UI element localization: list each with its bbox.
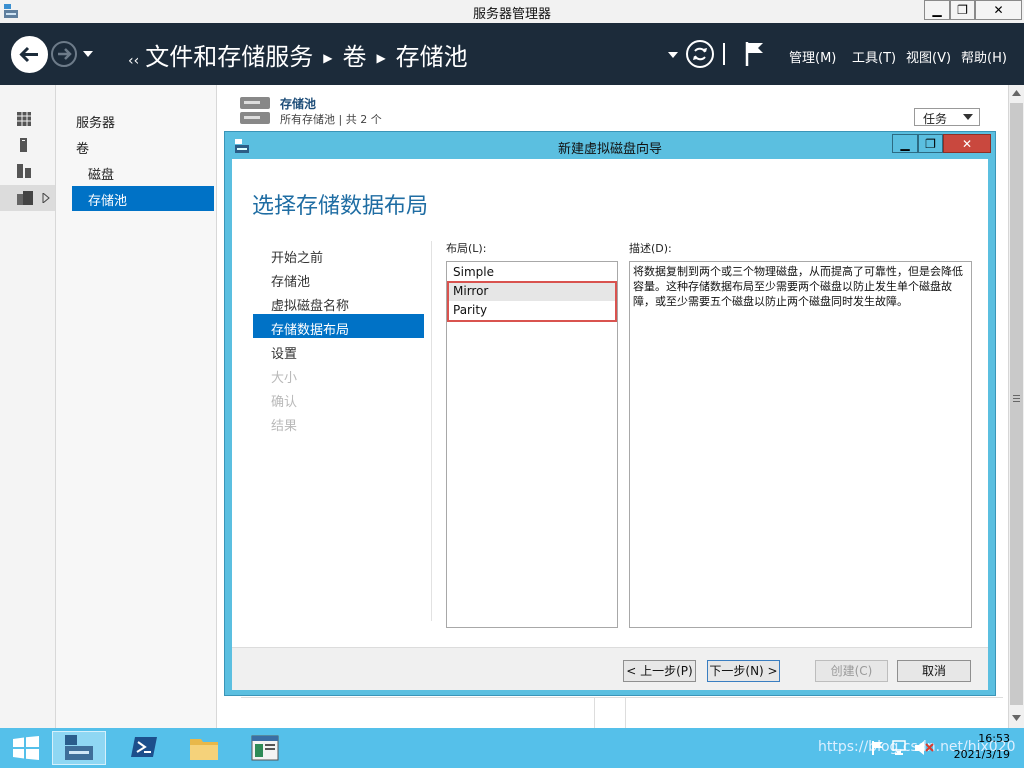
breadcrumb-dropdown-icon[interactable] [668, 52, 678, 58]
forward-button[interactable] [51, 41, 77, 67]
breadcrumb-item-file-storage[interactable]: 文件和存储服务 [145, 43, 313, 71]
file-storage-icon [17, 191, 33, 205]
wizard-heading: 选择存储数据布局 [252, 194, 429, 219]
tasks-dropdown[interactable]: 任务 [914, 108, 980, 126]
dialog-footer: < 上一步(P) 下一步(N) > 创建(C) 取消 [232, 647, 988, 690]
history-dropdown-icon[interactable] [82, 50, 94, 58]
volume-muted-icon[interactable] [914, 740, 934, 756]
clock-time: 16:53 [978, 732, 1010, 745]
breadcrumb-back-chevron-icon[interactable]: ‹‹ [128, 53, 139, 69]
breadcrumb-item-storage-pools[interactable]: 存储池 [396, 43, 468, 71]
vertical-scrollbar[interactable] [1008, 85, 1024, 728]
menu-manage[interactable]: 管理(M) [789, 47, 836, 66]
minimize-button[interactable]: ▁ [924, 0, 950, 20]
arrow-left-icon [19, 46, 38, 63]
tasks-dropdown-label: 任务 [923, 112, 948, 126]
server-manager-icon [65, 735, 93, 760]
maximize-button[interactable]: ❐ [950, 0, 975, 20]
nav-divider [723, 43, 725, 65]
sidebar-item-storage-pools-label: 存储池 [88, 194, 128, 209]
menu-view[interactable]: 视图(V) [906, 47, 951, 66]
menu-help[interactable]: 帮助(H) [961, 47, 1007, 66]
arrow-right-icon [58, 48, 72, 60]
breadcrumb-item-volumes[interactable]: 卷 [342, 43, 366, 71]
sidebar-item-servers[interactable]: 服务器 [76, 112, 115, 131]
create-button[interactable]: 创建(C) [815, 660, 888, 682]
dialog-title-bar: 新建虚拟磁盘向导 ▁ ❐ ✕ [225, 132, 995, 158]
network-icon[interactable] [892, 740, 910, 756]
step-storage-layout[interactable]: 存储数据布局 [253, 314, 424, 338]
step-results: 结果 [271, 419, 298, 434]
step-storage-pool[interactable]: 存储池 [271, 271, 310, 290]
step-storage-layout-label: 存储数据布局 [271, 323, 350, 338]
dialog-title: 新建虚拟磁盘向导 [557, 142, 662, 157]
cancel-button[interactable]: 取消 [897, 660, 971, 682]
previous-button[interactable]: < 上一步(P) [623, 660, 696, 682]
dialog-close-button[interactable]: ✕ [943, 134, 991, 153]
sidebar-item-storage-pools[interactable]: 存储池 [72, 186, 214, 211]
dialog-minimize-button[interactable]: ▁ [892, 134, 918, 153]
scroll-down-arrow-icon[interactable] [1012, 715, 1021, 721]
new-virtual-disk-wizard: 新建虚拟磁盘向导 ▁ ❐ ✕ 选择存储数据布局 开始之前 存储池 虚拟磁盘名称 … [224, 131, 996, 696]
dialog-body: 选择存储数据布局 开始之前 存储池 虚拟磁盘名称 存储数据布局 设置 大小 确认… [232, 159, 988, 647]
taskbar-event-viewer[interactable] [238, 731, 292, 765]
layout-option-simple[interactable]: Simple [448, 263, 617, 282]
content-lower-panel [241, 697, 1003, 729]
step-size: 大小 [271, 371, 298, 386]
taskbar-file-explorer[interactable] [178, 731, 232, 765]
step-virtual-disk-name[interactable]: 虚拟磁盘名称 [271, 295, 349, 314]
storage-pool-icon [240, 97, 270, 124]
menu-tools[interactable]: 工具(T) [852, 47, 896, 66]
all-servers-icon[interactable] [16, 163, 32, 179]
breadcrumb-separator-icon: ▶ [323, 51, 333, 65]
step-settings[interactable]: 设置 [271, 343, 297, 362]
event-viewer-icon [251, 735, 279, 761]
chevron-down-icon [963, 114, 973, 120]
page-title: 存储池 [280, 97, 317, 111]
rail-item-file-storage[interactable] [0, 185, 55, 211]
highlight-annotation-box [447, 281, 617, 322]
description-text: 将数据复制到两个或三个物理磁盘，从而提高了可靠性，但是会降低容量。这种存储数据布… [633, 265, 963, 308]
refresh-icon [693, 47, 707, 61]
windows-start-icon[interactable] [13, 736, 39, 760]
local-server-icon[interactable] [16, 137, 32, 153]
dashboard-icon[interactable] [16, 111, 32, 127]
folder-icon [190, 739, 218, 760]
sidebar-item-volumes[interactable]: 卷 [76, 138, 89, 157]
notifications-flag-icon[interactable] [744, 40, 766, 68]
scroll-up-arrow-icon[interactable] [1012, 90, 1021, 96]
nav-pane: 服务器 卷 磁盘 存储池 [56, 85, 217, 728]
page-subtitle: 所有存储池 | 共 2 个 [280, 113, 382, 126]
breadcrumb: ‹‹ 文件和存储服务 ▶ 卷 ▶ 存储池 [128, 37, 468, 72]
scrollbar-thumb[interactable] [1010, 103, 1023, 705]
powershell-icon [131, 737, 157, 757]
steps-divider [431, 241, 432, 621]
nav-bar: ‹‹ 文件和存储服务 ▶ 卷 ▶ 存储池 管理(M) 工具(T) 视图(V) 帮助(H) [0, 23, 1024, 85]
taskbar: https://blog.csdn.net/hjx020 16:53 2021/… [0, 728, 1024, 768]
step-before-you-begin[interactable]: 开始之前 [271, 247, 323, 266]
back-button[interactable] [11, 36, 48, 73]
expand-arrow-icon[interactable] [42, 193, 50, 203]
clock-date: 2021/3/19 [953, 748, 1010, 761]
wizard-steps: 开始之前 存储池 虚拟磁盘名称 存储数据布局 设置 大小 确认 结果 [253, 241, 424, 441]
step-confirmation: 确认 [271, 395, 298, 410]
taskbar-powershell[interactable] [118, 731, 172, 765]
layout-listbox[interactable]: Simple Mirror Parity [446, 261, 618, 628]
window-title: 服务器管理器 [472, 7, 551, 22]
description-box: 将数据复制到两个或三个物理磁盘，从而提高了可靠性，但是会降低容量。这种存储数据布… [629, 261, 972, 628]
layout-label: 布局(L): [446, 242, 487, 255]
breadcrumb-separator-icon: ▶ [376, 51, 386, 65]
dialog-maximize-button[interactable]: ❐ [918, 134, 943, 153]
refresh-button[interactable] [686, 40, 714, 68]
icon-rail [0, 85, 56, 728]
window-title-bar: 服务器管理器 ▁ ❐ ✕ [0, 0, 1024, 24]
next-button[interactable]: 下一步(N) > [707, 660, 780, 682]
close-button[interactable]: ✕ [975, 0, 1022, 20]
sidebar-item-disks[interactable]: 磁盘 [88, 164, 114, 183]
description-label: 描述(D): [629, 242, 672, 255]
taskbar-server-manager[interactable] [52, 731, 106, 765]
notification-flag-icon[interactable] [870, 740, 886, 756]
